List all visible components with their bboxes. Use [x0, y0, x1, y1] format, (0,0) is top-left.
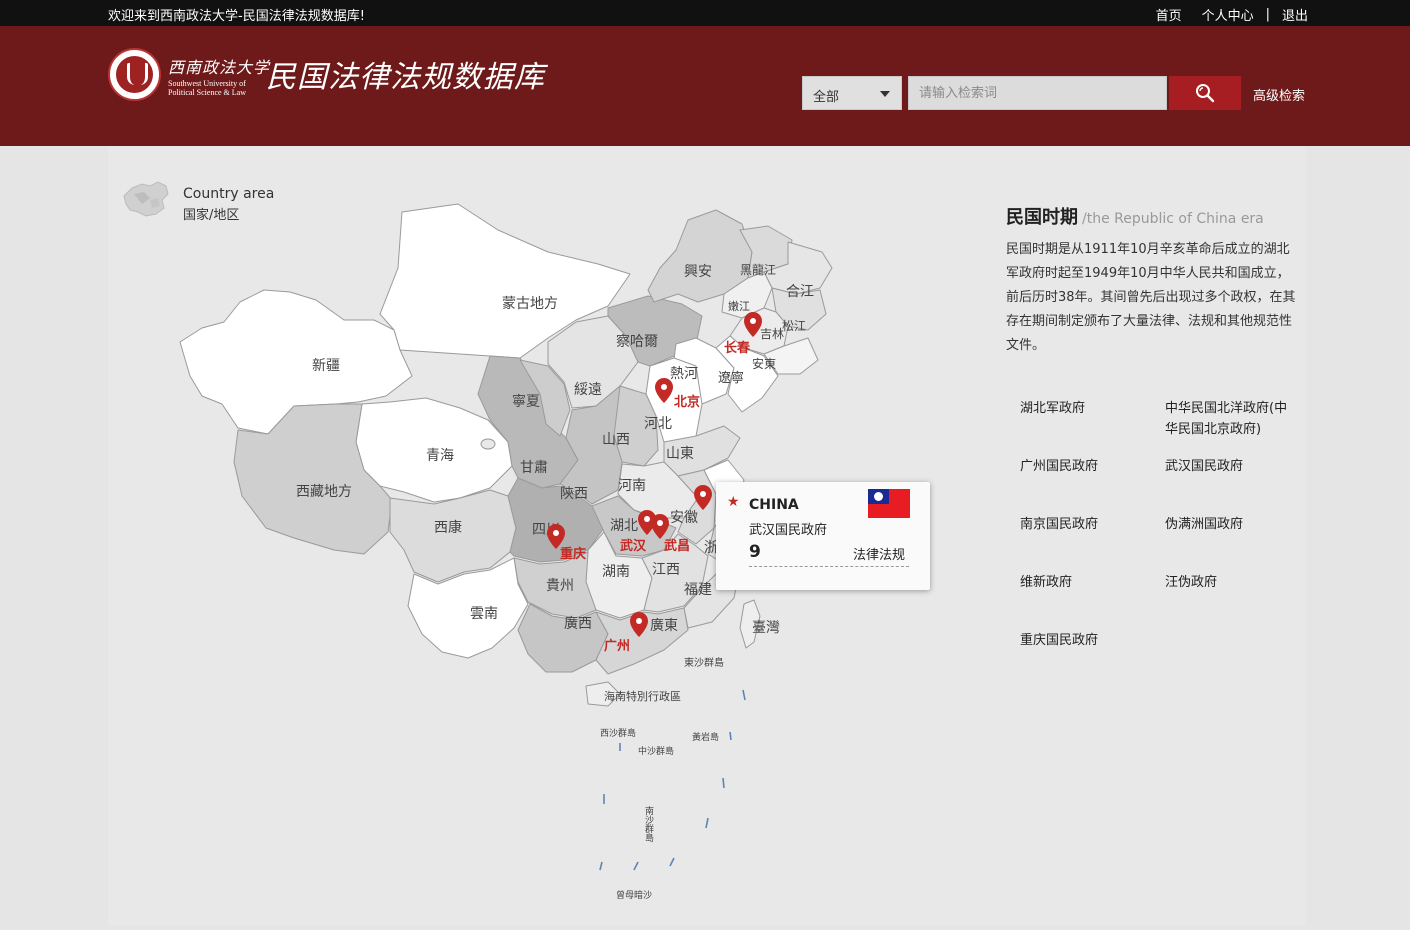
china-map-icon: [123, 181, 169, 217]
label-anhui: 安徽: [670, 510, 698, 526]
label-hunan: 湖南: [602, 564, 630, 580]
label-ningxia: 寧夏: [512, 393, 540, 410]
label-shandong: 山東: [666, 446, 694, 462]
gov-item-beiyang[interactable]: 中华民国北洋政府(中华民国北京政府): [1165, 398, 1290, 440]
label-jiangxi: 江西: [652, 562, 680, 578]
government-popup[interactable]: ★ CHINA 武汉国民政府 9 法律法规: [716, 482, 930, 590]
database-title: 民国法律法规数据库: [266, 60, 545, 95]
label-nenjiang: 嫩江: [728, 299, 750, 313]
era-title: 民国时期/the Republic of China era: [1006, 207, 1264, 228]
label-zengmu: 曾母暗沙: [616, 889, 652, 901]
label-guangdong: 廣東: [650, 617, 678, 634]
popup-count[interactable]: 9: [749, 542, 761, 562]
label-heilongjiang: 黑龍江: [740, 262, 776, 277]
search-input[interactable]: [908, 76, 1167, 110]
main-content: Country area 国家/地区 蒙古地方 新疆 青海 西藏地方 西康 甘肅…: [108, 146, 1306, 926]
city-label-chongqing: 重庆: [560, 546, 586, 562]
label-suiyuan: 綏遠: [574, 382, 602, 398]
label-qinghai: 青海: [426, 448, 454, 464]
star-icon: ★: [727, 494, 740, 510]
label-xisha: 西沙群島: [600, 727, 636, 739]
university-emblem-icon[interactable]: [108, 48, 161, 101]
popup-divider: [749, 566, 909, 567]
label-andong: 安東: [752, 356, 776, 371]
label-guangxi: 廣西: [564, 615, 592, 632]
label-dongsha: 東沙群島: [684, 656, 724, 669]
university-name: 西南政法大学: [168, 58, 271, 77]
label-hainan: 海南特別行政區: [604, 689, 681, 703]
university-name-en: Southwest University of Political Scienc…: [168, 79, 246, 97]
south-sea-boundary: [599, 689, 746, 871]
city-label-changchun: 长春: [724, 340, 751, 356]
label-hubei: 湖北: [610, 518, 638, 534]
gov-item-guangzhou[interactable]: 广州国民政府: [1020, 456, 1098, 477]
gov-item-hubei-military[interactable]: 湖北军政府: [1020, 398, 1085, 419]
label-yunnan: 雲南: [470, 606, 498, 622]
search-icon: [1196, 84, 1215, 103]
label-shanxi: 山西: [602, 432, 630, 448]
gov-item-chongqing[interactable]: 重庆国民政府: [1020, 630, 1098, 651]
roc-flag-icon: [868, 489, 910, 518]
top-bar: 欢迎来到西南政法大学-民国法律法规数据库! 首页 个人中心 | 退出: [0, 0, 1410, 26]
label-liaoning: 遼寧: [718, 370, 744, 386]
label-henan: 河南: [618, 478, 646, 494]
label-guizhou: 貴州: [546, 578, 574, 594]
gov-item-weixin[interactable]: 维新政府: [1020, 572, 1072, 593]
welcome-text: 欢迎来到西南政法大学-民国法律法规数据库!: [108, 9, 365, 24]
gov-item-wuhan[interactable]: 武汉国民政府: [1165, 456, 1243, 477]
label-xizang: 西藏地方: [296, 484, 352, 500]
label-zhongsha: 中沙群島: [638, 745, 674, 757]
search-scope-select[interactable]: 全部: [802, 76, 902, 110]
label-hebei: 河北: [644, 416, 672, 432]
label-songjiang: 松江: [782, 319, 806, 333]
city-label-wuhan: 武汉: [620, 538, 647, 554]
popup-government: 武汉国民政府: [749, 523, 828, 538]
label-taiwan: 臺灣: [752, 620, 780, 636]
label-menggu: 蒙古地方: [502, 296, 558, 312]
label-xinjiang: 新疆: [312, 358, 340, 374]
gov-item-wang[interactable]: 汪伪政府: [1165, 572, 1217, 593]
link-separator: |: [1265, 7, 1270, 22]
chevron-down-icon: [880, 91, 890, 97]
city-label-wuchang: 武昌: [664, 538, 690, 554]
logout-link[interactable]: 退出: [1282, 5, 1308, 24]
search-button[interactable]: [1169, 76, 1241, 110]
label-gansu: 甘肅: [520, 460, 548, 476]
label-jilin: 吉林: [760, 327, 784, 341]
advanced-search-link[interactable]: 高级检索: [1253, 85, 1305, 104]
label-rehe: 熱河: [670, 366, 698, 382]
label-chahaer: 察哈爾: [616, 333, 658, 350]
city-label-guangzhou: 广州: [604, 638, 630, 654]
label-nansha: 南沙群島: [643, 805, 654, 843]
label-xingan: 興安: [684, 264, 712, 280]
user-center-link[interactable]: 个人中心: [1202, 5, 1254, 24]
label-fujian: 福建: [684, 582, 712, 598]
gov-item-nanjing[interactable]: 南京国民政府: [1020, 514, 1098, 535]
popup-unit[interactable]: 法律法规: [853, 544, 905, 563]
top-links: 首页 个人中心 | 退出: [1156, 5, 1308, 24]
home-link[interactable]: 首页: [1156, 5, 1182, 24]
label-xikang: 西康: [434, 519, 462, 536]
label-hejiang: 合江: [786, 284, 814, 300]
label-huangyan: 黃岩島: [692, 731, 719, 743]
city-label-beijing: 北京: [674, 394, 700, 410]
gov-item-manchukuo[interactable]: 伪满洲国政府: [1165, 514, 1243, 535]
era-description: 民国时期是从1911年10月辛亥革命后成立的湖北军政府时起至1949年10月中华…: [1006, 242, 1296, 353]
qinghai-lake: [480, 438, 496, 450]
site-header: 西南政法大学 Southwest University of Political…: [0, 26, 1410, 146]
popup-country: CHINA: [749, 497, 799, 513]
label-shaanxi: 陝西: [560, 486, 588, 502]
